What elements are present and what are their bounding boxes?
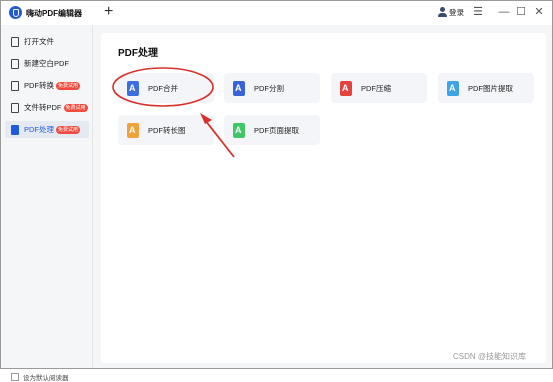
tool-label: PDF页面提取 (254, 125, 299, 135)
sidebar-item-label: 文件转PDF (24, 103, 62, 112)
sidebar-item-open-file[interactable]: 打开文件 (5, 33, 89, 50)
login-label: 登录 (449, 8, 464, 17)
section-title: PDF处理 (118, 48, 158, 59)
user-icon (437, 7, 447, 18)
sidebar-item-label: 新建空白PDF (24, 59, 69, 68)
file-to-pdf-icon (11, 102, 19, 113)
tool-pdf-page-extract[interactable]: PDF页面提取 (224, 115, 320, 145)
close-button[interactable]: ✕ (532, 5, 546, 19)
new-tab-button[interactable]: + (104, 3, 113, 21)
sidebar-item-pdf-process[interactable]: PDF处理 免费试用 (5, 121, 89, 138)
app-title: 嗨动PDF编辑器 (26, 9, 82, 18)
tool-label: PDF压缩 (361, 83, 391, 93)
tool-label: PDF分割 (254, 83, 284, 93)
maximize-button[interactable]: ☐ (514, 5, 528, 19)
tool-label: PDF转长图 (148, 125, 186, 135)
free-trial-badge: 免费试用 (63, 103, 88, 112)
free-trial-badge: 免费试用 (56, 81, 81, 90)
login-button[interactable]: 登录 (437, 7, 464, 18)
pdf-page-extract-icon (233, 122, 245, 138)
sidebar-item-label: PDF转换 (24, 81, 54, 90)
tool-pdf-to-long-image[interactable]: PDF转长图 (118, 115, 214, 145)
sidebar-item-label: 打开文件 (24, 37, 54, 46)
pdf-compress-icon (340, 80, 352, 96)
open-file-icon (11, 36, 19, 47)
app-logo-icon (9, 6, 22, 19)
sidebar-item-label: PDF处理 (24, 125, 54, 134)
sidebar-item-new-blank-pdf[interactable]: 新建空白PDF (5, 55, 89, 72)
pdf-process-icon (11, 124, 19, 135)
tool-label: PDF合并 (148, 83, 178, 93)
tool-pdf-image-extract[interactable]: PDF图片提取 (438, 73, 534, 103)
new-pdf-icon (11, 58, 19, 69)
sidebar-item-file-to-pdf[interactable]: 文件转PDF 免费试用 (5, 99, 89, 116)
pdf-image-extract-icon (447, 80, 459, 96)
convert-icon (11, 80, 19, 91)
tool-pdf-merge[interactable]: PDF合并 (118, 73, 214, 103)
sidebar: 打开文件 新建空白PDF PDF转换 免费试用 文件转PDF 免费试用 PDF处… (1, 25, 93, 382)
main-panel: PDF处理 PDF合并 PDF分割 PDF压缩 PDF图片提取 PDF转长图 P… (101, 33, 546, 363)
menu-button[interactable]: ☰ (471, 5, 485, 19)
default-reader-label: 设为默认阅读器 (23, 375, 69, 382)
sidebar-item-pdf-convert[interactable]: PDF转换 免费试用 (5, 77, 89, 94)
watermark: CSDN @技能知识库 (453, 352, 527, 361)
default-reader-option[interactable]: 设为默认阅读器 (11, 372, 69, 382)
free-trial-badge: 免费试用 (56, 125, 81, 134)
pdf-split-icon (233, 80, 245, 96)
minimize-button[interactable]: — (497, 5, 511, 19)
pdf-merge-icon (127, 80, 139, 96)
app-window: 嗨动PDF编辑器 + 登录 ☰ — ☐ ✕ 打开文件 新建空白PDF PDF转换… (0, 0, 553, 382)
tool-label: PDF图片提取 (468, 83, 513, 93)
tool-pdf-split[interactable]: PDF分割 (224, 73, 320, 103)
default-reader-checkbox[interactable] (11, 373, 19, 381)
pdf-to-long-image-icon (127, 122, 139, 138)
tool-pdf-compress[interactable]: PDF压缩 (331, 73, 427, 103)
title-bar: 嗨动PDF编辑器 + 登录 ☰ — ☐ ✕ (1, 1, 552, 25)
